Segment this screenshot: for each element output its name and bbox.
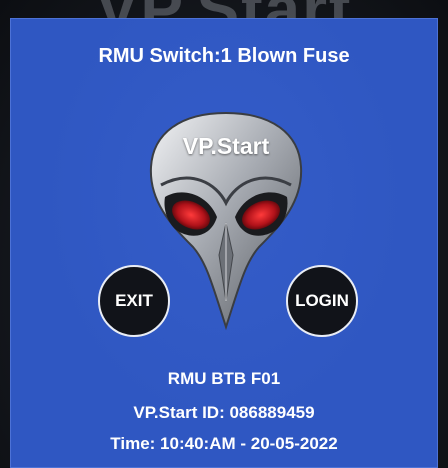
alert-dialog: RMU Switch:1 Blown Fuse VP.Start EXIT LO… (10, 18, 438, 468)
exit-button[interactable]: EXIT (98, 265, 170, 337)
timestamp: Time: 10:40:AM - 20-05-2022 (110, 434, 338, 453)
device-id: VP.Start ID: 086889459 (133, 403, 315, 422)
logo-text: VP.Start (182, 133, 270, 159)
exit-button-label: EXIT (115, 291, 153, 310)
login-button-label: LOGIN (295, 291, 349, 310)
dialog-title: RMU Switch:1 Blown Fuse (98, 45, 350, 67)
login-button[interactable]: LOGIN (286, 265, 358, 337)
device-name: RMU BTB F01 (167, 369, 281, 388)
